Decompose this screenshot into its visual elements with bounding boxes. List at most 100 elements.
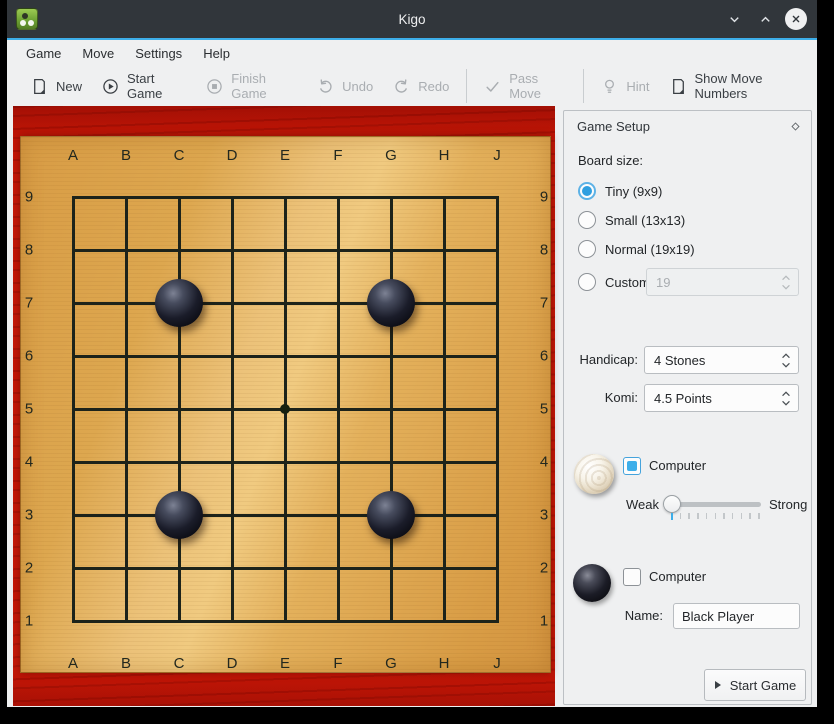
slider-tick: [741, 513, 743, 519]
white-computer-checkbox[interactable]: [623, 457, 641, 475]
spin-arrows[interactable]: [781, 347, 791, 373]
lightbulb-icon: [601, 78, 618, 95]
icon-white-stone-dot: [28, 20, 34, 26]
spin-arrows[interactable]: [781, 385, 791, 411]
board-coordinate-label: 3: [540, 507, 548, 524]
handicap-spinbox[interactable]: 4 Stones: [644, 346, 799, 374]
star-point: [280, 404, 290, 414]
board-coordinate-label: D: [227, 147, 238, 164]
board-coordinate-label: J: [493, 655, 501, 672]
slider-min-label: Weak: [626, 497, 659, 512]
board-coordinate-label: 7: [25, 295, 33, 312]
spin-up-icon: [781, 275, 791, 281]
spin-arrows[interactable]: [781, 269, 791, 295]
redo-arrow-icon: [393, 78, 410, 95]
toolbar-show-move-numbers-button[interactable]: Show Move Numbers: [660, 71, 817, 101]
board-coordinate-label: 1: [540, 613, 548, 630]
checkmark-icon: [484, 78, 501, 95]
window-controls: [723, 0, 807, 38]
float-panel-button[interactable]: [789, 120, 802, 133]
toolbar-hint-button[interactable]: Hint: [591, 71, 659, 101]
spin-up-icon: [781, 391, 791, 397]
menu-game[interactable]: Game: [24, 46, 63, 61]
board-coordinate-label: B: [121, 655, 131, 672]
black-player-name-input[interactable]: [673, 603, 800, 629]
black-stone: [155, 491, 203, 539]
stop-circle-icon: [206, 78, 223, 95]
slider-max-label: Strong: [769, 497, 807, 512]
toolbar-new-button[interactable]: New: [21, 71, 92, 101]
grid-line-horizontal: [72, 196, 499, 199]
diamond-icon: [789, 120, 802, 133]
radio-normal[interactable]: [578, 240, 596, 258]
toolbar-finish-game-button[interactable]: Finish Game: [196, 71, 307, 101]
board-coordinate-label: 8: [25, 242, 33, 259]
black-stone: [367, 491, 415, 539]
start-game-button[interactable]: Start Game: [704, 669, 806, 701]
play-triangle-icon: [714, 680, 722, 690]
go-board[interactable]: AABBCCDDEEFFGGHHJJ998877665544332211: [20, 136, 551, 673]
toolbar-button-label: Start Game: [127, 71, 186, 101]
game-setup-panel: Game Setup Board size: Tiny (9x9) Small …: [563, 110, 812, 705]
close-icon: [789, 12, 803, 26]
radio-custom[interactable]: [578, 273, 596, 291]
board-coordinate-label: 1: [25, 613, 33, 630]
board-coordinate-label: 9: [25, 189, 33, 206]
board-background: AABBCCDDEEFFGGHHJJ998877665544332211: [13, 106, 555, 706]
board-coordinate-label: J: [493, 147, 501, 164]
board-coordinate-label: 6: [540, 348, 548, 365]
toolbar: New Start Game Finish Game Undo Redo Pass Mov…: [7, 66, 817, 106]
komi-label: Komi:: [564, 390, 638, 405]
icon-white-stone-dot: [20, 20, 26, 26]
black-computer-checkbox[interactable]: [623, 568, 641, 586]
radio-tiny[interactable]: [578, 182, 596, 200]
toolbar-button-label: Hint: [626, 79, 649, 94]
komi-value: 4.5 Points: [654, 391, 712, 406]
menu-move[interactable]: Move: [80, 46, 116, 61]
radio-row-custom: Custom:: [578, 273, 653, 291]
toolbar-button-label: Undo: [342, 79, 373, 94]
new-document-icon: [31, 78, 48, 95]
chevron-down-icon: [727, 12, 742, 27]
board-coordinate-label: 3: [25, 507, 33, 524]
grid-line-horizontal: [72, 302, 499, 305]
strength-slider-handle[interactable]: [663, 495, 681, 513]
board-coordinate-label: E: [280, 655, 290, 672]
radio-small[interactable]: [578, 211, 596, 229]
board-coordinate-label: 5: [540, 401, 548, 418]
minimize-button[interactable]: [723, 8, 745, 30]
slider-tick: [732, 513, 734, 519]
icon-black-stone-dot: [22, 13, 28, 19]
spin-up-icon: [781, 353, 791, 359]
toolbar-button-label: Finish Game: [231, 71, 297, 101]
board-coordinate-label: A: [68, 147, 78, 164]
toolbar-redo-button[interactable]: Redo: [383, 71, 459, 101]
board-coordinate-label: 8: [540, 242, 548, 259]
slider-tick: [715, 513, 717, 519]
board-coordinate-label: A: [68, 655, 78, 672]
komi-spinbox[interactable]: 4.5 Points: [644, 384, 799, 412]
board-coordinate-label: 4: [540, 454, 548, 471]
board-coordinate-label: G: [385, 147, 397, 164]
maximize-button[interactable]: [754, 8, 776, 30]
radio-row-tiny: Tiny (9x9): [578, 182, 662, 200]
spin-down-icon: [781, 284, 791, 290]
board-coordinate-label: 6: [25, 348, 33, 365]
move-numbers-icon: [670, 78, 687, 95]
spin-down-icon: [781, 400, 791, 406]
menu-help[interactable]: Help: [201, 46, 232, 61]
play-circle-icon: [102, 78, 119, 95]
board-coordinate-label: C: [174, 147, 185, 164]
radio-normal-label: Normal (19x19): [605, 242, 695, 257]
close-button[interactable]: [785, 8, 807, 30]
app-window: Kigo GameMoveSettingsHelp NewStart GameF…: [7, 0, 817, 707]
custom-size-spinbox[interactable]: 19: [646, 268, 799, 296]
toolbar-button-label: Show Move Numbers: [695, 71, 807, 101]
board-coordinate-label: 9: [540, 189, 548, 206]
grid-line-horizontal: [72, 567, 499, 570]
menu-settings[interactable]: Settings: [133, 46, 184, 61]
toolbar-start-game-button[interactable]: Start Game: [92, 71, 196, 101]
toolbar-pass-move-button[interactable]: Pass Move: [474, 71, 576, 101]
toolbar-undo-button[interactable]: Undo: [307, 71, 383, 101]
grid-line-horizontal: [72, 355, 499, 358]
